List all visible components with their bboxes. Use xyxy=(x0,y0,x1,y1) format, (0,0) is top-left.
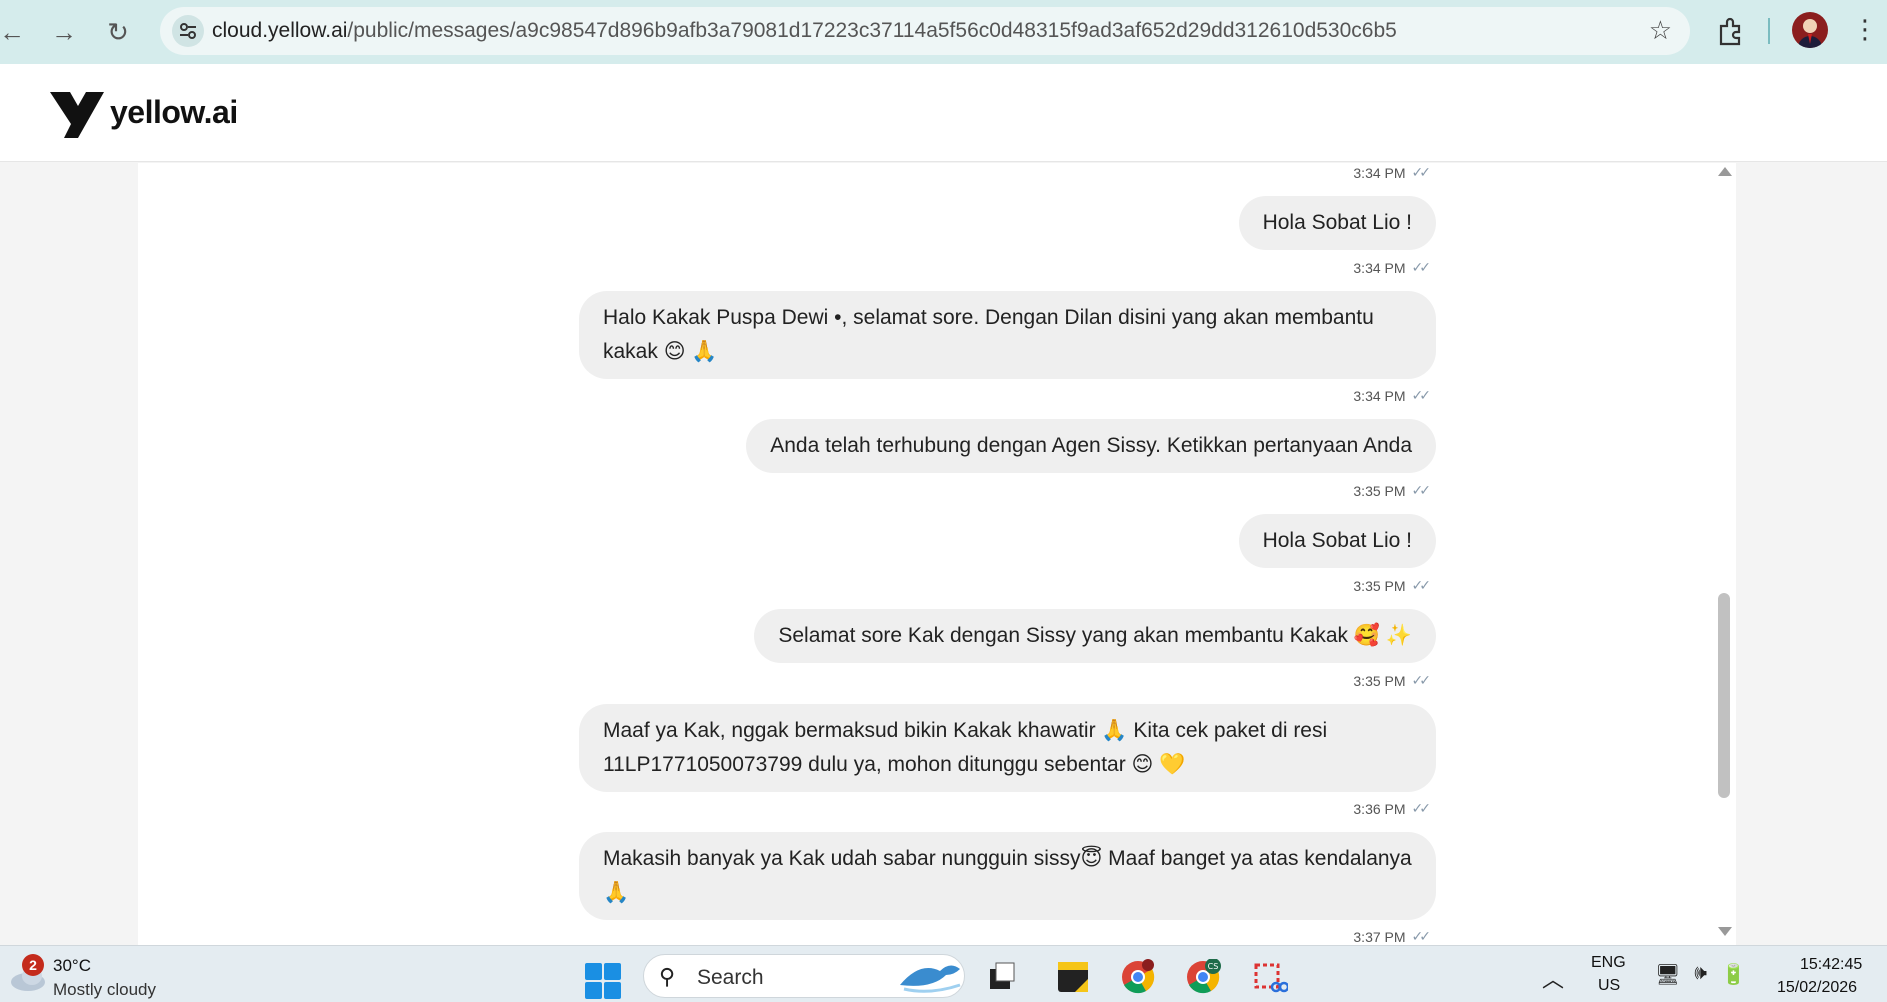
clock-date[interactable]: 15/02/2026 xyxy=(1777,979,1857,997)
address-bar[interactable]: cloud.yellow.ai/public/messages/a9c98547… xyxy=(160,7,1690,55)
search-icon: ⚲ xyxy=(659,964,676,989)
windows-start-icon[interactable] xyxy=(585,963,621,999)
double-check-icon: ✓✓ xyxy=(1411,482,1432,498)
app-header: yellow.ai xyxy=(0,64,1887,162)
language-indicator[interactable]: ENG xyxy=(1591,954,1626,972)
double-check-icon: ✓✓ xyxy=(1411,259,1432,275)
star-icon[interactable]: ☆ xyxy=(1649,15,1672,46)
double-check-icon: ✓✓ xyxy=(1411,928,1432,944)
show-hidden-icons[interactable]: ︿ xyxy=(1542,962,1564,994)
chat-transcript: 3:34 PM ✓✓ Hola Sobat Lio ! 3:34 PM ✓✓ Hal… xyxy=(138,163,1736,945)
brand-name: yellow.ai xyxy=(110,94,238,130)
weather-temp[interactable]: 30°C xyxy=(53,956,91,976)
search-highlight-image xyxy=(900,965,961,993)
clock-time[interactable]: 15:42:45 xyxy=(1800,956,1862,974)
weather-badge: 2 xyxy=(22,954,44,976)
url-path: /public/messages/a9c98547d896b9afb3a7908… xyxy=(347,19,1397,42)
message-timestamp: 3:34 PM ✓✓ xyxy=(1353,164,1432,181)
taskbar-search[interactable]: ⚲ Search xyxy=(643,954,965,998)
search-label: Search xyxy=(697,966,764,989)
sticky-notes-icon[interactable] xyxy=(1055,959,1091,995)
chrome-cs-icon[interactable]: CS xyxy=(1185,959,1221,995)
chat-scrollbar[interactable] xyxy=(1716,163,1732,945)
message-bubble: Hola Sobat Lio ! xyxy=(1238,196,1436,250)
profile-avatar[interactable] xyxy=(1792,12,1828,48)
back-icon[interactable]: ← xyxy=(0,12,32,52)
message-timestamp: 3:35 PM ✓✓ xyxy=(1353,672,1432,689)
browser-toolbar: ← → ↻ cloud.yellow.ai/public/messages/a9… xyxy=(0,0,1887,64)
message-bubble: Hola Sobat Lio ! xyxy=(1238,514,1436,568)
message-timestamp: 3:34 PM ✓✓ xyxy=(1353,387,1432,404)
message-timestamp: 3:37 PM ✓✓ xyxy=(1353,928,1432,945)
double-check-icon: ✓✓ xyxy=(1411,164,1432,180)
snipping-tool-icon[interactable] xyxy=(1252,959,1288,995)
chrome-icon[interactable] xyxy=(1120,959,1156,995)
wifi-icon[interactable]: 🖥 xyxy=(1655,962,1680,987)
message-bubble: Makasih banyak ya Kak udah sabar nunggui… xyxy=(579,832,1436,920)
message-timestamp: 3:35 PM ✓✓ xyxy=(1353,482,1432,499)
site-settings-icon[interactable] xyxy=(172,15,204,47)
scroll-down-icon[interactable] xyxy=(1718,927,1732,936)
taskbar: 2 30°C Mostly cloudy ⚲ Search CS ︿ ENG U… xyxy=(0,945,1887,1002)
volume-icon[interactable]: 🕪 xyxy=(1694,962,1707,987)
message-bubble: Halo Kakak Puspa Dewi •, selamat sore. D… xyxy=(579,291,1436,379)
double-check-icon: ✓✓ xyxy=(1411,672,1432,688)
double-check-icon: ✓✓ xyxy=(1411,577,1432,593)
scroll-thumb[interactable] xyxy=(1718,593,1730,798)
message-bubble: Maaf ya Kak, nggak bermaksud bikin Kakak… xyxy=(579,704,1436,792)
extensions-icon[interactable] xyxy=(1713,14,1747,48)
url-text: cloud.yellow.ai/public/messages/a9c98547… xyxy=(212,19,1397,43)
yellow-ai-logo xyxy=(50,92,104,138)
message-timestamp: 3:36 PM ✓✓ xyxy=(1353,800,1432,817)
url-host: cloud.yellow.ai xyxy=(212,19,348,42)
message-timestamp: 3:34 PM ✓✓ xyxy=(1353,259,1432,276)
double-check-icon: ✓✓ xyxy=(1411,800,1432,816)
forward-icon[interactable]: → xyxy=(44,12,84,52)
menu-icon[interactable]: ⋮ xyxy=(1852,14,1878,45)
toolbar-divider xyxy=(1768,18,1770,44)
double-check-icon: ✓✓ xyxy=(1411,387,1432,403)
task-view-icon[interactable] xyxy=(984,959,1020,995)
battery-icon[interactable]: 🔋 xyxy=(1721,962,1746,987)
scroll-up-icon[interactable] xyxy=(1718,167,1732,176)
weather-desc[interactable]: Mostly cloudy xyxy=(53,980,156,1000)
reload-icon[interactable]: ↻ xyxy=(98,12,138,52)
message-bubble: Selamat sore Kak dengan Sissy yang akan … xyxy=(754,609,1436,663)
message-bubble: Anda telah terhubung dengan Agen Sissy. … xyxy=(746,419,1436,473)
keyboard-layout[interactable]: US xyxy=(1598,977,1620,995)
system-tray: 🖥 🕪 🔋 xyxy=(1655,962,1746,987)
svg-text:CS: CS xyxy=(1208,962,1219,971)
message-timestamp: 3:35 PM ✓✓ xyxy=(1353,577,1432,594)
